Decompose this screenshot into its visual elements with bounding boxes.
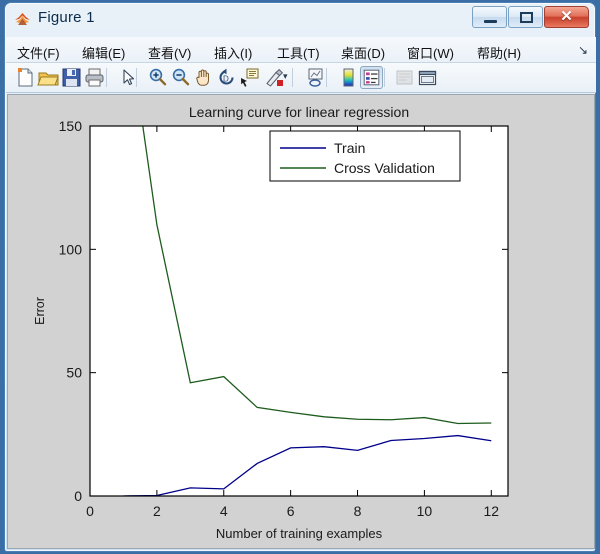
menu-file[interactable]: 文件(F) xyxy=(12,41,65,64)
save-figure-button[interactable] xyxy=(60,66,83,89)
window-title: Figure 1 xyxy=(38,9,95,26)
menu-help[interactable]: 帮助(H) xyxy=(472,41,526,64)
dock-figure-icon xyxy=(418,70,437,86)
save-disk-icon xyxy=(62,68,81,87)
y-axis-label: Error xyxy=(33,297,47,325)
y-tick-label: 0 xyxy=(74,488,82,504)
tool-bar: D ▾ xyxy=(6,63,596,93)
legend-icon xyxy=(363,69,380,86)
dock-figure-button[interactable] xyxy=(416,66,439,89)
edit-plot-button[interactable] xyxy=(116,66,139,89)
data-cursor-icon xyxy=(241,68,259,87)
figure-window: Figure 1 ✕ 文件(F) 编辑(E) 查看(V) 插入(I) 工具(T)… xyxy=(4,2,596,552)
close-icon: ✕ xyxy=(560,8,573,25)
matlab-membrane-icon xyxy=(15,13,30,25)
printer-icon xyxy=(85,68,104,87)
link-plot-icon xyxy=(308,68,323,87)
pointer-arrow-icon xyxy=(123,69,135,86)
menu-insert[interactable]: 插入(I) xyxy=(209,41,257,64)
brush-dropdown-arrow-icon[interactable]: ▾ xyxy=(283,71,288,82)
maximize-button[interactable] xyxy=(508,6,543,28)
zoom-out-button[interactable] xyxy=(169,66,192,89)
x-tick-label: 6 xyxy=(287,503,295,519)
link-plot-button[interactable] xyxy=(304,66,327,89)
x-tick-label: 4 xyxy=(220,503,228,519)
legend-label-cross-validation: Cross Validation xyxy=(334,160,435,176)
plot-browser-button[interactable] xyxy=(393,66,416,89)
menu-bar: 文件(F) 编辑(E) 查看(V) 插入(I) 工具(T) 桌面(D) 窗口(W… xyxy=(6,37,596,63)
y-tick-label: 100 xyxy=(59,241,83,257)
menu-view[interactable]: 查看(V) xyxy=(143,41,196,64)
new-figure-icon xyxy=(18,68,33,87)
title-bar: Figure 1 ✕ xyxy=(5,3,595,37)
minimize-icon xyxy=(484,20,497,23)
x-tick-label: 12 xyxy=(483,503,499,519)
data-cursor-button[interactable] xyxy=(238,66,261,89)
open-file-button[interactable] xyxy=(37,66,60,89)
figure-canvas: Learning curve for linear regression Err… xyxy=(7,94,595,549)
rotate-3d-icon: D xyxy=(219,68,234,85)
pan-button[interactable] xyxy=(192,66,215,89)
minimize-button[interactable] xyxy=(472,6,507,28)
x-axis-label: Number of training examples xyxy=(216,526,383,541)
zoom-in-button[interactable] xyxy=(146,66,169,89)
y-tick-label: 150 xyxy=(59,118,83,134)
x-tick-label: 2 xyxy=(153,503,161,519)
zoom-in-icon xyxy=(149,68,167,86)
menu-overflow-icon[interactable]: ↘ xyxy=(578,43,588,57)
new-figure-button[interactable] xyxy=(14,66,37,89)
colorbar-icon xyxy=(343,68,354,87)
x-tick-label: 10 xyxy=(417,503,433,519)
print-figure-button[interactable] xyxy=(83,66,106,89)
pan-hand-icon xyxy=(196,69,209,86)
legend-label-train: Train xyxy=(334,140,365,156)
zoom-out-icon xyxy=(172,68,190,86)
toolbar-separator xyxy=(292,68,293,87)
learning-curve-chart: Learning curve for linear regression Err… xyxy=(8,95,594,548)
toolbar-separator xyxy=(384,68,385,87)
close-button[interactable]: ✕ xyxy=(544,6,589,28)
y-tick-label: 50 xyxy=(66,365,82,381)
x-tick-label: 8 xyxy=(354,503,362,519)
maximize-icon xyxy=(520,12,533,23)
chart-title: Learning curve for linear regression xyxy=(189,104,409,120)
legend-button[interactable] xyxy=(360,66,383,89)
menu-tools[interactable]: 工具(T) xyxy=(272,41,325,64)
chart-legend[interactable]: Train Cross Validation xyxy=(269,130,461,182)
svg-text:D: D xyxy=(223,75,229,84)
toolbar-separator xyxy=(106,68,107,87)
menu-window[interactable]: 窗口(W) xyxy=(402,41,459,64)
rotate-3d-button[interactable]: D xyxy=(215,66,238,89)
menu-edit[interactable]: 编辑(E) xyxy=(77,41,130,64)
colorbar-button[interactable] xyxy=(337,66,360,89)
menu-desktop[interactable]: 桌面(D) xyxy=(336,41,390,64)
open-folder-icon xyxy=(37,72,59,86)
x-tick-label: 0 xyxy=(86,503,94,519)
plot-browser-icon xyxy=(396,70,413,85)
